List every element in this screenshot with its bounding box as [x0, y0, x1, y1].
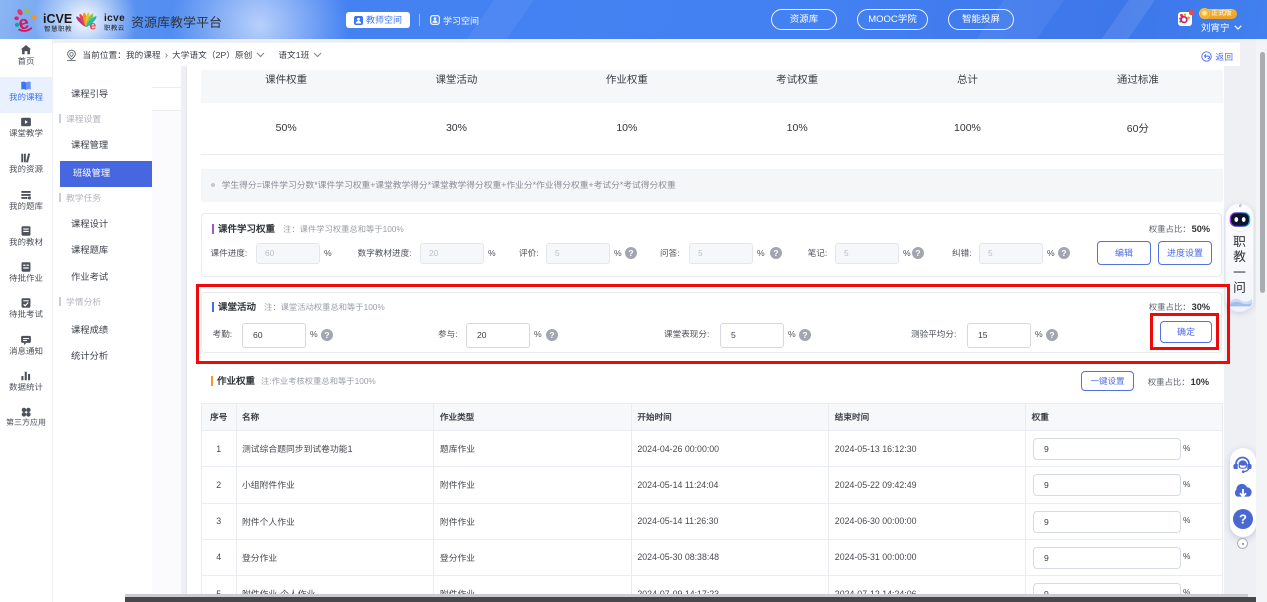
svg-text:e: e: [90, 19, 97, 32]
svg-text:?: ?: [1239, 512, 1247, 527]
